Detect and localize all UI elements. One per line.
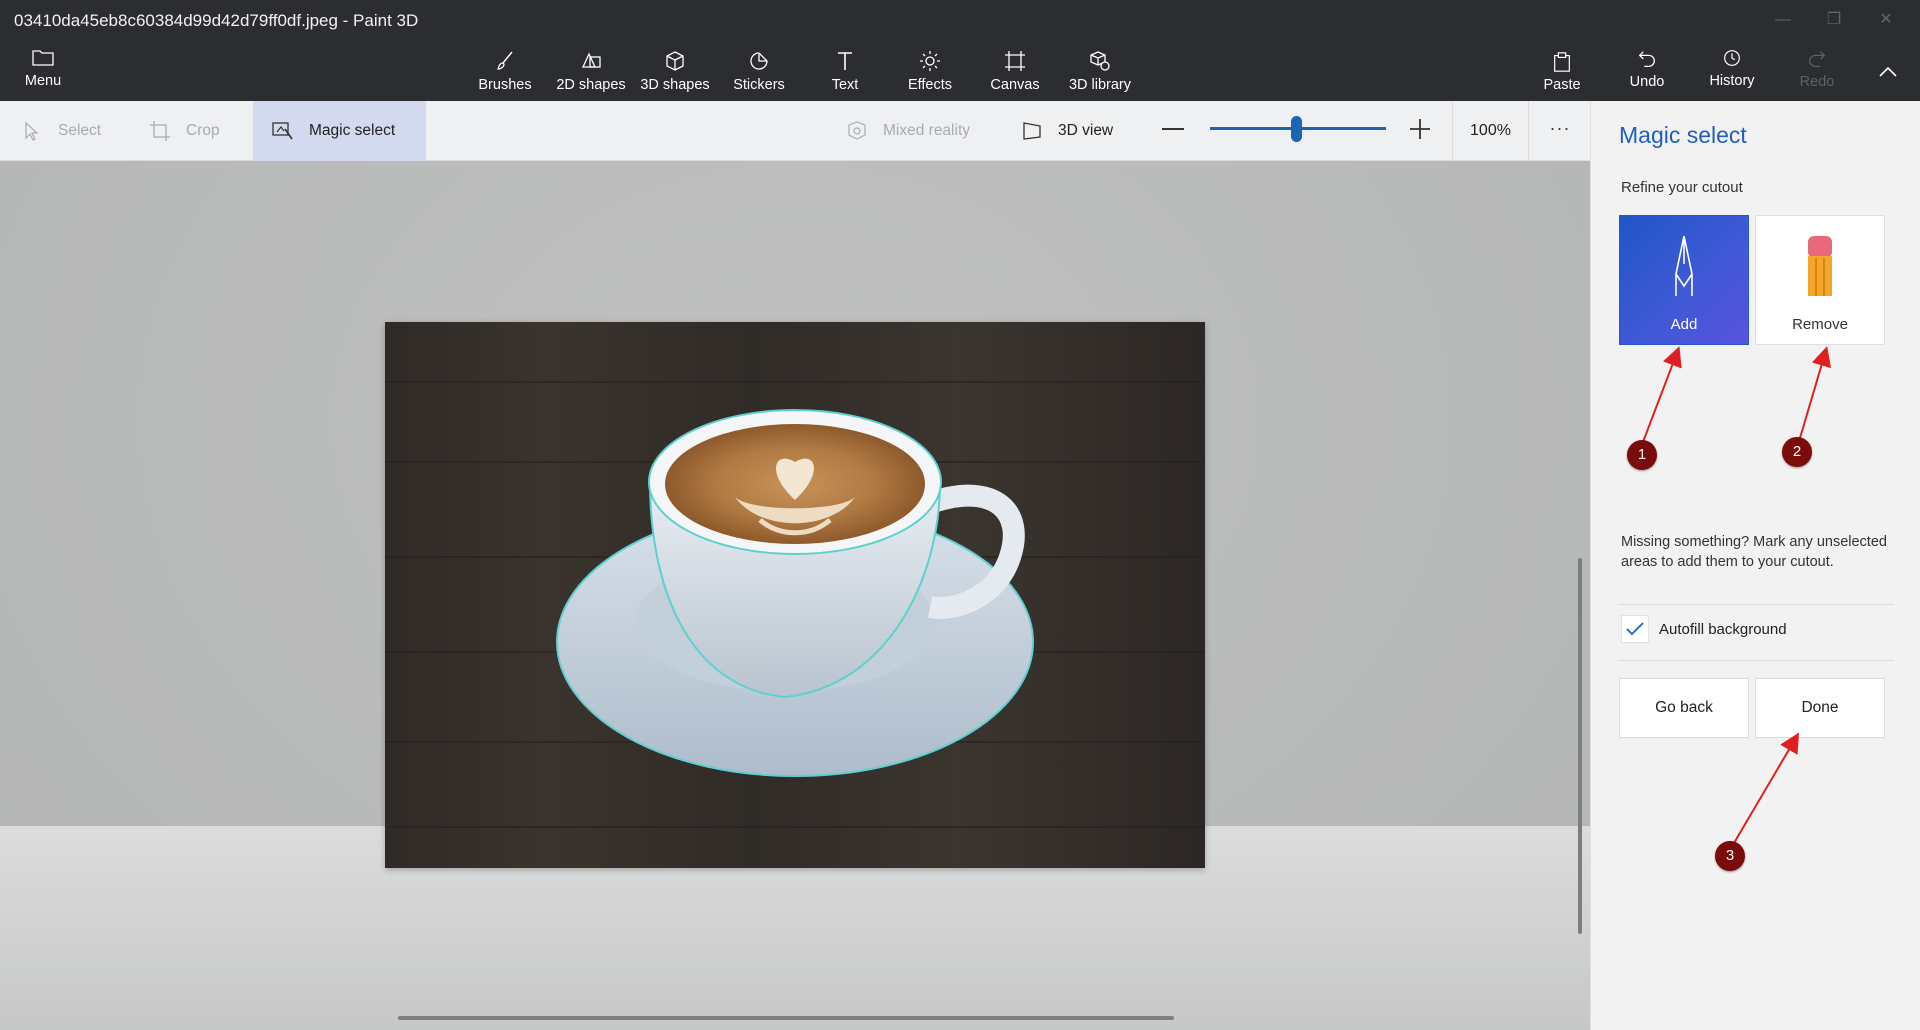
- eraser-icon: [1808, 236, 1832, 296]
- autofill-label: Autofill background: [1659, 620, 1787, 638]
- select-button[interactable]: Select: [20, 101, 101, 161]
- 3d-view-button[interactable]: 3D view: [1020, 101, 1113, 161]
- history-icon: [1724, 50, 1740, 66]
- 3d-view-label: 3D view: [1058, 122, 1114, 139]
- folder-icon: [32, 50, 54, 66]
- canvas-label: Canvas: [990, 77, 1040, 93]
- 3d-library-tool[interactable]: 3D library: [1052, 47, 1148, 101]
- magic-select-icon: [271, 119, 295, 143]
- title-bar: 03410da45eb8c60384d99d42d79ff0df.jpeg - …: [0, 0, 1920, 101]
- mixed-reality-button[interactable]: Mixed reality: [845, 101, 970, 161]
- stickers-label: Stickers: [733, 77, 785, 93]
- mixed-reality-label: Mixed reality: [883, 122, 970, 139]
- close-icon[interactable]: ✕: [1866, 6, 1906, 34]
- divider: [1619, 660, 1894, 661]
- pen-icon: [1675, 235, 1693, 296]
- 3d-shapes-label: 3D shapes: [640, 77, 710, 93]
- 3d-shapes-tool[interactable]: 3D shapes: [627, 47, 723, 101]
- zoom-in-button[interactable]: [1409, 118, 1431, 140]
- stickers-tool[interactable]: Stickers: [711, 47, 807, 101]
- panel-help-text: Missing something? Mark any unselected a…: [1621, 534, 1887, 570]
- coffee-cup-image: [385, 381, 1205, 828]
- menu-label: Menu: [24, 73, 62, 89]
- cursor-icon: [20, 119, 44, 143]
- paste-tool[interactable]: Paste: [1514, 49, 1610, 103]
- redo-tool[interactable]: Redo: [1769, 46, 1865, 100]
- panel-subtitle: Refine your cutout: [1621, 179, 1743, 196]
- remove-label: Remove: [1792, 316, 1848, 333]
- add-button[interactable]: Add: [1619, 215, 1749, 345]
- window-title: 03410da45eb8c60384d99d42d79ff0df.jpeg - …: [14, 11, 419, 30]
- zoom-out-button[interactable]: [1162, 128, 1184, 130]
- brushes-tool[interactable]: Brushes: [457, 47, 553, 101]
- brushes-label: Brushes: [478, 77, 532, 93]
- effects-label: Effects: [907, 77, 953, 93]
- chevron-up-icon[interactable]: [1873, 60, 1903, 84]
- undo-tool[interactable]: Undo: [1599, 46, 1695, 100]
- paste-label: Paste: [1543, 77, 1581, 93]
- paste-icon: [1554, 52, 1570, 72]
- annotation-badge-2: 2: [1782, 437, 1812, 467]
- 3d-shapes-icon: [666, 51, 684, 71]
- crop-icon: [148, 119, 172, 143]
- annotation-badge-3: 3: [1715, 841, 1745, 871]
- history-label: History: [1709, 73, 1755, 89]
- panel-title: Magic select: [1619, 122, 1747, 148]
- 2d-shapes-tool[interactable]: 2D shapes: [543, 47, 639, 101]
- redo-label: Redo: [1799, 74, 1835, 90]
- vertical-scrollbar[interactable]: [1578, 558, 1582, 934]
- minimize-icon[interactable]: —: [1763, 6, 1803, 34]
- remove-button[interactable]: Remove: [1755, 215, 1885, 345]
- go-back-button[interactable]: Go back: [1619, 678, 1749, 738]
- canvas-icon: [1005, 51, 1025, 71]
- 3d-library-icon: [1090, 51, 1110, 71]
- more-options-button[interactable]: ···: [1544, 101, 1576, 161]
- autofill-checkbox[interactable]: [1621, 615, 1649, 643]
- crop-label: Crop: [186, 122, 220, 139]
- divider: [1619, 604, 1894, 605]
- magic-select-panel: Magic select Refine your cutout Add Remo…: [1590, 101, 1920, 1030]
- crop-button[interactable]: Crop: [148, 101, 220, 161]
- 3d-library-label: 3D library: [1068, 77, 1132, 93]
- zoom-level[interactable]: 100%: [1452, 101, 1529, 161]
- menu-button[interactable]: Menu: [18, 48, 68, 89]
- tool-options-bar: [0, 101, 1590, 161]
- undo-icon: [1638, 51, 1655, 67]
- autofill-background-option[interactable]: Autofill background: [1621, 612, 1787, 646]
- effects-icon: [920, 51, 940, 71]
- add-label: Add: [1670, 316, 1698, 333]
- 2d-shapes-label: 2D shapes: [556, 77, 626, 93]
- brush-icon: [497, 51, 513, 70]
- select-label: Select: [58, 122, 102, 139]
- restore-icon[interactable]: ❐: [1814, 6, 1854, 34]
- effects-tool[interactable]: Effects: [882, 47, 978, 101]
- 2d-shapes-icon: [581, 52, 601, 68]
- horizontal-scrollbar[interactable]: [398, 1016, 1174, 1020]
- undo-label: Undo: [1629, 74, 1665, 90]
- mixed-reality-icon: [845, 119, 869, 143]
- magic-select-button[interactable]: Magic select: [253, 101, 426, 161]
- text-tool[interactable]: Text: [797, 47, 893, 101]
- zoom-slider-thumb[interactable]: [1291, 116, 1302, 142]
- 3d-view-icon: [1020, 119, 1044, 143]
- history-tool[interactable]: History: [1684, 45, 1780, 99]
- text-icon: [838, 52, 852, 70]
- stickers-icon: [750, 52, 768, 70]
- magic-select-label: Magic select: [309, 122, 396, 139]
- canvas-tool[interactable]: Canvas: [967, 47, 1063, 101]
- checkmark-icon: [1626, 622, 1644, 636]
- text-label: Text: [831, 77, 859, 93]
- redo-icon: [1809, 51, 1826, 67]
- done-button[interactable]: Done: [1755, 678, 1885, 738]
- annotation-badge-1: 1: [1627, 440, 1657, 470]
- canvas-image[interactable]: [385, 322, 1205, 868]
